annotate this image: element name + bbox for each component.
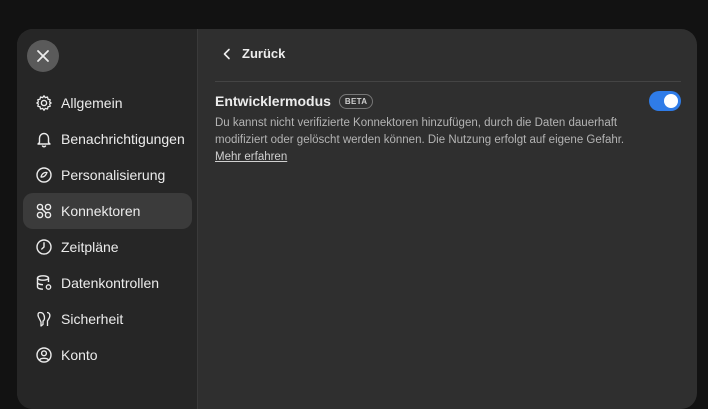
developer-mode-toggle[interactable] bbox=[649, 91, 681, 111]
clock-icon bbox=[35, 238, 53, 256]
close-icon bbox=[37, 50, 49, 62]
sidebar-item-label: Konnektoren bbox=[61, 203, 141, 219]
sidebar-item-benachrichtigungen[interactable]: Benachrichtigungen bbox=[23, 121, 192, 157]
sidebar-item-label: Sicherheit bbox=[61, 311, 124, 327]
sidebar-item-label: Allgemein bbox=[61, 95, 123, 111]
divider bbox=[215, 81, 681, 82]
sidebar-item-sicherheit[interactable]: Sicherheit bbox=[23, 301, 192, 337]
user-circle-icon bbox=[35, 346, 53, 364]
connectors-icon bbox=[35, 202, 53, 220]
description-text: Du kannst nicht verifizierte Konnektoren… bbox=[215, 117, 625, 146]
sidebar-item-konto[interactable]: Konto bbox=[23, 337, 192, 373]
chevron-left-icon bbox=[223, 48, 230, 59]
sidebar-item-allgemein[interactable]: Allgemein bbox=[23, 85, 192, 121]
toggle-knob bbox=[664, 94, 678, 108]
beta-badge: BETA bbox=[338, 93, 374, 109]
sidebar-item-label: Zeitpläne bbox=[61, 239, 119, 255]
sidebar-item-label: Personalisierung bbox=[61, 167, 166, 183]
back-label: Zurück bbox=[242, 46, 286, 61]
developer-mode-description: Du kannst nicht verifizierte Konnektoren… bbox=[215, 115, 635, 166]
settings-content: Zurück Entwicklermodus BETA Du kannst ni… bbox=[198, 29, 697, 409]
bell-icon bbox=[35, 130, 53, 148]
close-button[interactable] bbox=[27, 40, 59, 72]
sidebar-item-label: Konto bbox=[61, 347, 98, 363]
sidebar-item-personalisierung[interactable]: Personalisierung bbox=[23, 157, 192, 193]
settings-modal: Allgemein Benachrichtigungen Personalisi… bbox=[17, 29, 697, 409]
learn-more-link[interactable]: Mehr erfahren bbox=[215, 151, 287, 163]
sidebar-item-zeitplaene[interactable]: Zeitpläne bbox=[23, 229, 192, 265]
settings-sidebar: Allgemein Benachrichtigungen Personalisi… bbox=[17, 29, 198, 409]
developer-mode-title: Entwicklermodus BETA bbox=[215, 93, 374, 109]
sidebar-item-datenkontrollen[interactable]: Datenkontrollen bbox=[23, 265, 192, 301]
sidebar-item-konnektoren[interactable]: Konnektoren bbox=[23, 193, 192, 229]
sidebar-item-label: Benachrichtigungen bbox=[61, 131, 185, 147]
setting-title-label: Entwicklermodus bbox=[215, 93, 331, 109]
back-button[interactable]: Zurück bbox=[220, 46, 285, 61]
database-gear-icon bbox=[35, 274, 53, 292]
settings-nav: Allgemein Benachrichtigungen Personalisi… bbox=[23, 85, 192, 373]
sidebar-item-label: Datenkontrollen bbox=[61, 275, 160, 291]
gear-icon bbox=[35, 94, 53, 112]
shield-key-icon bbox=[35, 310, 53, 328]
personalization-icon bbox=[35, 166, 53, 184]
